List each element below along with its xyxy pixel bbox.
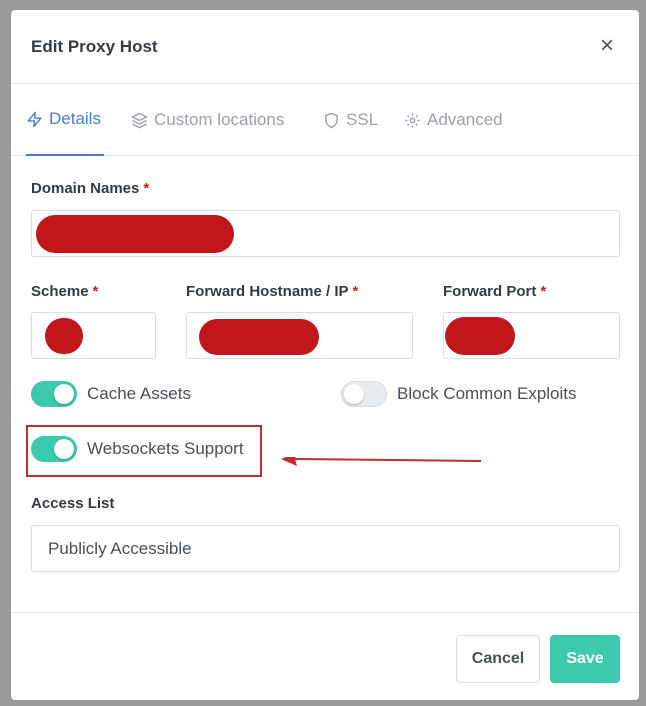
forward-hostname-label-text: Forward Hostname / IP	[186, 283, 349, 300]
modal-title: Edit Proxy Host	[31, 37, 158, 56]
tab-custom-locations-label: Custom locations	[154, 110, 285, 129]
required-mark: *	[352, 283, 359, 300]
tab-advanced[interactable]: Advanced	[404, 84, 503, 156]
forward-port-label-text: Forward Port	[443, 283, 537, 300]
access-list-select[interactable]: Publicly Accessible	[31, 525, 620, 572]
access-list-label: Access List	[31, 495, 115, 512]
annotation-highlight-box	[26, 425, 262, 477]
forward-hostname-input[interactable]	[186, 312, 413, 359]
cache-assets-toggle[interactable]: Cache Assets	[31, 381, 191, 407]
domain-names-label: Domain Names *	[31, 180, 149, 197]
gear-icon	[405, 112, 420, 128]
layers-icon	[131, 112, 148, 128]
redaction-mark	[445, 317, 515, 355]
cache-assets-switch[interactable]	[31, 381, 77, 407]
scheme-label-text: Scheme	[31, 283, 89, 300]
forward-port-input[interactable]	[443, 312, 620, 359]
block-exploits-toggle[interactable]: Block Common Exploits	[341, 381, 577, 407]
switch-knob	[54, 384, 74, 404]
tab-ssl[interactable]: SSL	[323, 84, 378, 156]
modal-header: Edit Proxy Host ×	[11, 10, 639, 84]
required-mark: *	[92, 283, 99, 300]
required-mark: *	[143, 180, 150, 197]
forward-port-label: Forward Port *	[443, 283, 546, 300]
cache-assets-label: Cache Assets	[87, 384, 191, 403]
block-exploits-switch[interactable]	[341, 381, 387, 407]
domain-names-label-text: Domain Names	[31, 180, 140, 197]
redaction-mark	[45, 318, 83, 354]
close-icon[interactable]: ×	[597, 34, 617, 58]
domain-names-input[interactable]	[31, 210, 620, 257]
block-exploits-label: Block Common Exploits	[397, 384, 577, 403]
redaction-mark	[36, 215, 234, 253]
tab-bar: Details Custom locations SSL Advanced	[11, 84, 639, 156]
save-button[interactable]: Save	[550, 635, 620, 683]
tab-ssl-label: SSL	[346, 110, 379, 129]
required-mark: *	[540, 283, 547, 300]
tab-custom-locations[interactable]: Custom locations	[131, 84, 284, 156]
redaction-mark	[199, 319, 319, 355]
lightning-icon	[27, 111, 42, 127]
cancel-button[interactable]: Cancel	[456, 635, 540, 683]
edit-proxy-host-modal: Edit Proxy Host × Details Custom locatio…	[11, 10, 639, 700]
tab-details[interactable]: Details	[26, 84, 104, 156]
switch-knob	[344, 384, 364, 404]
access-list-value: Publicly Accessible	[48, 539, 192, 558]
shield-icon	[325, 112, 338, 128]
modal-footer: Cancel Save	[11, 612, 639, 700]
forward-hostname-label: Forward Hostname / IP *	[186, 283, 358, 300]
tab-details-label: Details	[49, 109, 101, 128]
scheme-select[interactable]	[31, 312, 156, 359]
scheme-label: Scheme *	[31, 283, 98, 300]
tab-advanced-label: Advanced	[427, 110, 503, 129]
annotation-arrow-icon	[281, 457, 482, 466]
